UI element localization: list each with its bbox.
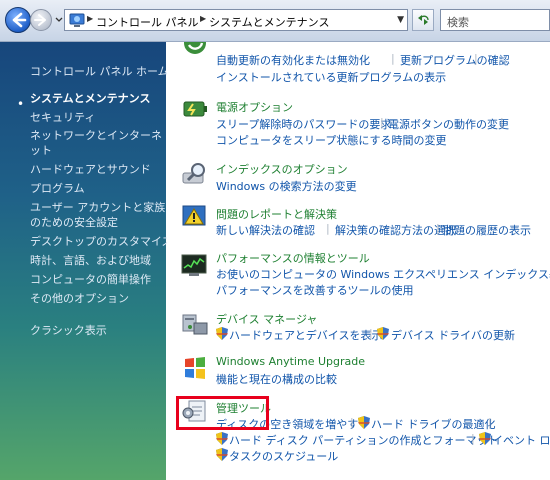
task-event-log[interactable]: イベント ロ — [492, 432, 550, 448]
sidebar-item-network-cont[interactable]: ット — [30, 143, 52, 158]
windows-anytime-upgrade-icon — [185, 357, 205, 379]
windows-update-icon — [184, 42, 206, 54]
refresh-icon — [418, 15, 429, 25]
task-compare-features[interactable]: 機能と現在の構成の比較 — [216, 371, 337, 387]
uac-shield-icon — [377, 327, 389, 340]
task-separator: | — [471, 432, 475, 445]
sidebar-item-system-maintenance[interactable]: システムとメンテナンス — [30, 91, 150, 106]
task-check-solutions[interactable]: 新しい解決法の確認 — [216, 222, 315, 238]
task-create-partitions[interactable]: ハード ディスク パーティションの作成とフォーマット — [229, 432, 499, 448]
sidebar-item-clock-language[interactable]: 時計、言語、および地域 — [30, 253, 151, 268]
task-separator: | — [488, 416, 492, 429]
task-view-installed-updates[interactable]: インストールされている更新プログラムの表示 — [216, 69, 446, 85]
task-separator: | — [326, 222, 330, 235]
task-update-drivers[interactable]: デバイス ドライバの更新 — [391, 327, 515, 343]
uac-shield-icon — [216, 327, 228, 340]
task-check-updates[interactable]: 更新プログラムの確認 — [400, 52, 510, 68]
problem-reports-title[interactable]: 問題のレポートと解決策 — [216, 206, 337, 222]
active-bullet: • — [17, 97, 25, 111]
task-performance-tools[interactable]: パフォーマンスを改善するツールの使用 — [216, 282, 414, 298]
task-separator: | — [474, 52, 478, 65]
sidebar-item-programs[interactable]: プログラム — [30, 181, 85, 196]
task-change-search[interactable]: Windows の検索方法の変更 — [216, 178, 357, 194]
sidebar-item-appearance[interactable]: デスクトップのカスタマイズ — [30, 234, 173, 249]
breadcrumb-control-panel[interactable]: コントロール パネル — [96, 14, 199, 30]
sidebar: コントロール パネル ホーム • システムとメンテナンス セキュリティ ネットワ… — [0, 42, 173, 480]
task-experience-index[interactable]: お使いのコンピュータの Windows エクスペリエンス インデックス基本スコア — [216, 266, 550, 282]
refresh-button[interactable] — [412, 9, 434, 31]
task-separator: | — [391, 52, 395, 65]
performance-title[interactable]: パフォーマンスの情報とツール — [216, 250, 370, 266]
uac-shield-icon — [216, 432, 228, 445]
uac-shield-icon — [479, 432, 491, 445]
sidebar-item-user-accounts[interactable]: ユーザー アカウントと家族 — [30, 200, 165, 215]
back-button[interactable] — [5, 7, 31, 33]
sidebar-classic-view-link[interactable]: クラシック表示 — [30, 323, 107, 338]
task-view-devices[interactable]: ハードウェアとデバイスを表示 — [229, 327, 382, 343]
task-schedule-tasks[interactable]: タスクのスケジュール — [229, 448, 338, 464]
task-separator: | — [380, 116, 384, 129]
device-manager-icon — [182, 314, 208, 335]
sidebar-item-other-options[interactable]: その他のオプション — [30, 291, 129, 306]
sidebar-item-hardware-sound[interactable]: ハードウェアとサウンド — [30, 162, 151, 177]
breadcrumb-system-maintenance[interactable]: システムとメンテナンス — [209, 14, 329, 30]
task-separator: | — [500, 116, 504, 129]
sidebar-home-link[interactable]: コントロール パネル ホーム — [30, 64, 169, 79]
power-options-title[interactable]: 電源オプション — [216, 99, 293, 115]
control-panel-icon — [69, 13, 85, 27]
task-problem-history[interactable]: 問題の履歴の表示 — [443, 222, 531, 238]
sidebar-item-ease-of-access[interactable]: コンピュータの簡単操作 — [30, 272, 151, 287]
performance-icon — [181, 254, 207, 276]
uac-shield-icon — [358, 416, 370, 429]
back-arrow-icon — [12, 12, 27, 28]
breadcrumb-separator[interactable]: ▶ — [200, 14, 206, 23]
indexing-options-icon — [182, 163, 205, 184]
task-wake-password[interactable]: スリープ解除時のパスワードの要求 — [216, 116, 391, 132]
forward-arrow-icon — [34, 14, 46, 26]
task-auto-update-toggle[interactable]: 自動更新の有効化または無効化 — [216, 52, 370, 68]
problem-reports-icon — [182, 205, 206, 226]
power-options-icon — [183, 101, 207, 117]
task-separator: | — [436, 222, 440, 235]
search-input[interactable]: 検索 — [440, 9, 550, 31]
anytime-upgrade-title[interactable]: Windows Anytime Upgrade — [216, 355, 365, 368]
highlight-box — [176, 396, 269, 430]
breadcrumb-separator[interactable]: ▶ — [87, 14, 93, 23]
address-field[interactable]: ▶ コントロール パネル ▶ システムとメンテナンス ▼ — [64, 9, 408, 31]
task-sleep-time[interactable]: コンピュータをスリープ状態にする時間の変更 — [216, 132, 446, 148]
recent-pages-dropdown-icon[interactable] — [55, 14, 63, 24]
address-toolbar: ▶ コントロール パネル ▶ システムとメンテナンス ▼ 検索 — [0, 0, 550, 42]
sidebar-item-network[interactable]: ネットワークとインターネ — [30, 128, 162, 143]
uac-shield-icon — [216, 448, 228, 461]
device-manager-title[interactable]: デバイス マネージャ — [216, 311, 317, 327]
forward-button[interactable] — [30, 9, 52, 31]
sidebar-item-security[interactable]: セキュリティ — [30, 110, 95, 125]
address-dropdown-icon[interactable]: ▼ — [397, 15, 404, 25]
task-power-button-action[interactable]: 電源ボタンの動作の変更 — [388, 116, 509, 132]
task-separator: | — [350, 416, 354, 429]
task-separator: | — [369, 327, 373, 340]
indexing-options-title[interactable]: インデックスのオプション — [216, 161, 348, 177]
task-defragment[interactable]: ハード ドライブの最適化 — [371, 416, 496, 432]
sidebar-item-user-accounts-cont[interactable]: のための安全設定 — [30, 215, 118, 230]
